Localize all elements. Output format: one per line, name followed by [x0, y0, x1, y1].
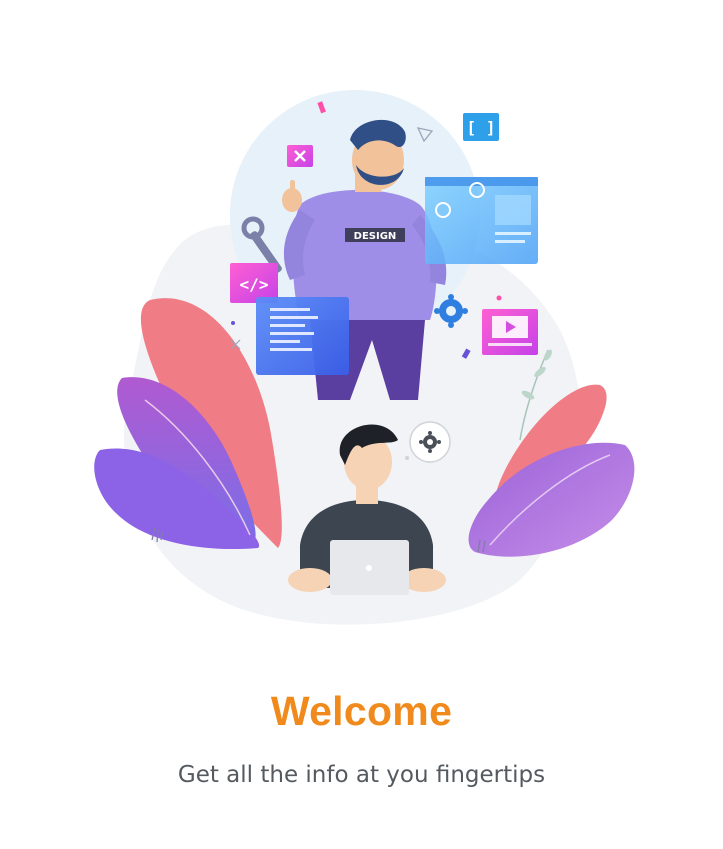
- bracket-icon: [ ]: [463, 113, 499, 141]
- play-icon: [482, 309, 538, 355]
- svg-text:[ ]: [ ]: [467, 118, 496, 137]
- svg-text:</>: </>: [240, 275, 269, 294]
- browser-panel: [425, 177, 538, 264]
- hero-illustration: DESIGN [ ] </>: [0, 0, 723, 660]
- code-editor-panel: [256, 297, 349, 375]
- design-badge-text: DESIGN: [354, 231, 397, 242]
- welcome-title: Welcome: [270, 688, 453, 734]
- close-icon: [287, 145, 313, 167]
- welcome-subtitle: Get all the info at you fingertips: [177, 762, 546, 788]
